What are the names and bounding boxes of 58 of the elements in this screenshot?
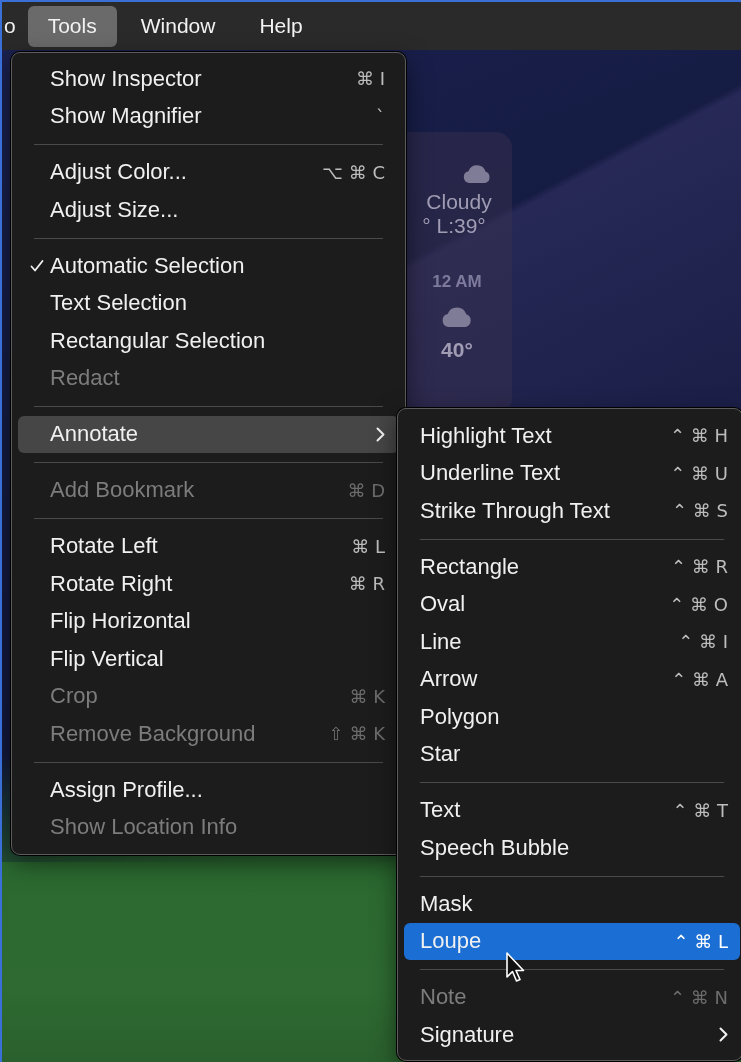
menu-item[interactable]: Rectangle ⌃ ⌘ R <box>404 548 740 586</box>
menu-bar-item[interactable]: Tools <box>27 5 117 47</box>
menu-item[interactable]: Show Magnifier ` <box>18 97 399 135</box>
menu-item[interactable]: Mask <box>404 885 740 923</box>
menu-item[interactable]: Annotate <box>18 415 399 453</box>
keyboard-shortcut: ⌃ ⌘ R <box>670 556 728 578</box>
keyboard-shortcut: ⌃ ⌘ L <box>673 930 728 952</box>
menu-item[interactable]: Underline Text ⌃ ⌘ U <box>404 454 740 492</box>
menu-item[interactable]: Rotate Right ⌘ R <box>18 565 399 603</box>
menu-bar-item[interactable]: o <box>2 5 24 47</box>
keyboard-shortcut: ⌃ ⌘ O <box>669 593 728 615</box>
keyboard-shortcut: ⌘ L <box>351 535 385 557</box>
hour-label: 12 AM <box>432 271 482 293</box>
menu-item[interactable]: Flip Vertical <box>18 640 399 678</box>
keyboard-shortcut: ⌃ ⌘ I <box>678 631 728 653</box>
keyboard-shortcut: ⌘ I <box>355 68 385 90</box>
menu-item[interactable]: Strike Through Text ⌃ ⌘ S <box>404 492 740 530</box>
checkmark-icon <box>30 258 44 273</box>
keyboard-shortcut: ⌘ K <box>349 685 385 707</box>
menu-item[interactable]: Speech Bubble <box>404 829 740 867</box>
temperature-range: ° L:39° <box>422 214 486 238</box>
keyboard-shortcut: ⌃ ⌘ N <box>670 986 728 1008</box>
menu-item[interactable]: Flip Horizontal <box>18 602 399 640</box>
cloud-icon <box>462 162 492 184</box>
keyboard-shortcut: ⇧ ⌘ K <box>328 723 385 745</box>
menu-item[interactable]: Arrow ⌃ ⌘ A <box>404 660 740 698</box>
chevron-right-icon <box>719 1027 728 1043</box>
menu-item[interactable]: Highlight Text ⌃ ⌘ H <box>404 417 740 455</box>
menu-item[interactable]: Text Selection <box>18 284 399 322</box>
menu-item[interactable]: Signature <box>404 1016 740 1054</box>
keyboard-shortcut: ⌃ ⌘ H <box>669 425 728 447</box>
menu-bar-item[interactable]: Help <box>239 5 323 47</box>
menu-item[interactable]: Loupe ⌃ ⌘ L <box>404 922 740 960</box>
keyboard-shortcut: ⌃ ⌘ S <box>672 500 728 522</box>
menu-item[interactable]: Line ⌃ ⌘ I <box>404 623 740 661</box>
keyboard-shortcut: ⌘ D <box>347 479 385 501</box>
menu-item[interactable]: Adjust Size... <box>18 191 399 229</box>
menu-item[interactable]: Adjust Color... ⌥ ⌘ C <box>18 153 399 191</box>
menu-bar-item[interactable]: Window <box>120 5 236 47</box>
keyboard-shortcut: ⌃ ⌘ U <box>670 462 728 484</box>
menu-item[interactable]: Show Inspector ⌘ I <box>18 60 399 98</box>
menu-item[interactable]: Automatic Selection <box>18 247 399 285</box>
chevron-right-icon <box>376 426 385 442</box>
keyboard-shortcut: ⌥ ⌘ C <box>322 161 385 183</box>
menu-item[interactable]: Rectangular Selection <box>18 322 399 360</box>
menu-item[interactable]: Polygon <box>404 698 740 736</box>
hour-temperature: 40° <box>441 338 473 362</box>
pointer-cursor-icon <box>505 951 527 985</box>
menu-item[interactable]: Text ⌃ ⌘ T <box>404 791 740 829</box>
keyboard-shortcut: ⌘ R <box>348 573 385 595</box>
menu-item[interactable]: Assign Profile... <box>18 771 399 809</box>
keyboard-shortcut: ⌃ ⌘ T <box>672 799 728 821</box>
keyboard-shortcut: ` <box>376 105 385 127</box>
weather-condition: Cloudy <box>426 190 492 214</box>
menu-item[interactable]: Star <box>404 735 740 773</box>
keyboard-shortcut: ⌃ ⌘ A <box>671 668 728 690</box>
menu-item[interactable]: Rotate Left ⌘ L <box>18 527 399 565</box>
menu-item[interactable]: Oval ⌃ ⌘ O <box>404 585 740 623</box>
